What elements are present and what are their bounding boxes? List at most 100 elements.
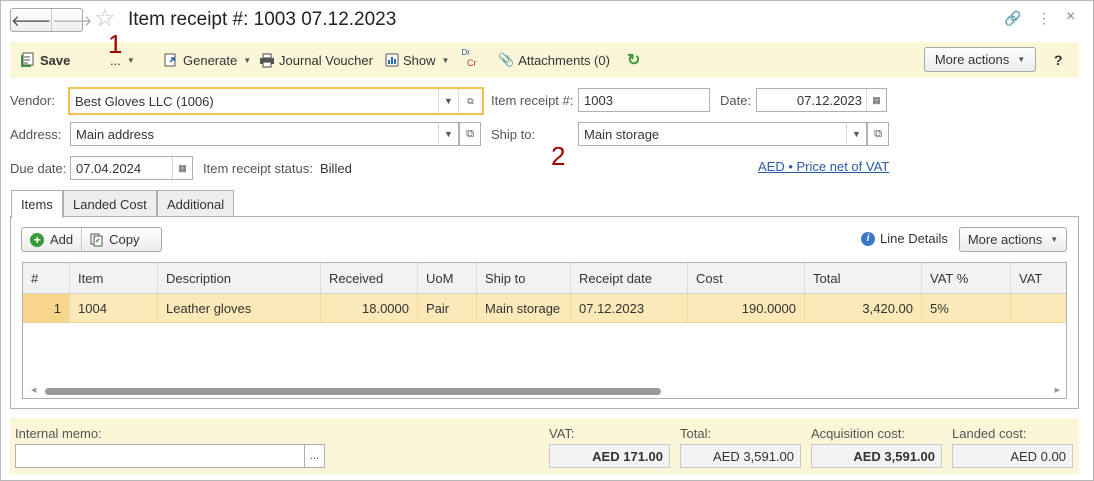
- line-details-button[interactable]: i Line Details: [861, 231, 948, 246]
- scroll-right-icon[interactable]: ▶: [1055, 386, 1060, 394]
- receipt-number-label: Item receipt #:: [491, 93, 574, 108]
- show-button[interactable]: Show ▼: [385, 50, 449, 70]
- column-header[interactable]: Description: [158, 263, 321, 293]
- column-header[interactable]: Receipt date: [571, 263, 688, 293]
- column-header[interactable]: VAT: [1011, 263, 1066, 293]
- items-more-actions-label: More actions: [967, 232, 1043, 247]
- horizontal-scrollbar[interactable]: ◀ ▶: [23, 384, 1066, 398]
- acquisition-cost-value: AED 3,591.00: [811, 444, 942, 468]
- ship-to-label: Ship to:: [491, 127, 536, 142]
- help-button[interactable]: ?: [1054, 52, 1063, 68]
- link-icon[interactable]: 🔗: [1004, 10, 1021, 27]
- column-header[interactable]: Ship to: [477, 263, 571, 293]
- tab-items[interactable]: Items: [11, 190, 63, 218]
- journal-voucher-label: Journal Voucher: [279, 52, 373, 68]
- address-field[interactable]: Main address ▼: [70, 122, 459, 146]
- total-cell[interactable]: 3,420.00: [805, 294, 922, 322]
- attachments-button[interactable]: 📎 Attachments (0): [498, 50, 610, 70]
- vat-rate-cell[interactable]: 5%: [922, 294, 1011, 322]
- paperclip-icon: 📎: [498, 52, 515, 67]
- due-date-value: 07.04.2024: [76, 160, 142, 176]
- save-label: Save: [40, 52, 71, 68]
- more-menu-icon[interactable]: ⋮: [1037, 10, 1051, 27]
- tab-additional[interactable]: Additional: [157, 190, 235, 217]
- report-icon: [385, 53, 399, 67]
- close-icon[interactable]: ×: [1066, 8, 1075, 26]
- landed-cost-label: Landed cost:: [952, 426, 1027, 441]
- ship-to-cell[interactable]: Main storage: [477, 294, 571, 322]
- acquisition-cost-label: Acquisition cost:: [811, 426, 905, 441]
- open-icon[interactable]: ⧉: [458, 89, 482, 113]
- more-actions-label: More actions: [934, 52, 1010, 67]
- row-number-cell[interactable]: 1: [23, 294, 70, 322]
- chevron-down-icon: ▼: [1017, 55, 1026, 64]
- description-cell[interactable]: Leather gloves: [158, 294, 321, 322]
- ship-to-field[interactable]: Main storage ▼: [578, 122, 867, 146]
- cost-cell[interactable]: 190.0000: [688, 294, 805, 322]
- ship-to-open-icon[interactable]: ⧉: [867, 122, 889, 146]
- forward-arrow-icon[interactable]: 🡒: [51, 9, 92, 31]
- credit-icon-label: Cr: [467, 58, 477, 68]
- vat-total-value: AED 171.00: [549, 444, 670, 468]
- column-header[interactable]: UoM: [418, 263, 477, 293]
- uom-cell[interactable]: Pair: [418, 294, 477, 322]
- command-bar: Save ... ▼ Generate ▼ Journal Voucher Sh…: [10, 42, 1079, 78]
- vat-cell[interactable]: [1011, 294, 1066, 322]
- column-header[interactable]: #: [23, 263, 70, 293]
- receipt-number-value: 1003: [584, 92, 613, 108]
- received-cell[interactable]: 18.0000: [321, 294, 418, 322]
- date-value: 07.12.2023: [796, 92, 862, 108]
- memo-expand-button[interactable]: ...: [304, 444, 325, 468]
- column-header[interactable]: Cost: [688, 263, 805, 293]
- chevron-down-icon[interactable]: ▼: [846, 123, 866, 145]
- memo-input[interactable]: [15, 444, 305, 468]
- date-label: Date:: [720, 93, 752, 108]
- scroll-thumb[interactable]: [45, 388, 661, 395]
- grand-total-value: AED 3,591.00: [680, 444, 801, 468]
- memo-label: Internal memo:: [15, 426, 102, 441]
- calendar-icon[interactable]: ▦: [866, 89, 886, 111]
- due-date-field[interactable]: 07.04.2024 ▦: [70, 156, 193, 180]
- attachments-label: Attachments (0): [518, 52, 610, 68]
- more-actions-button[interactable]: More actions ▼: [924, 47, 1036, 72]
- receipt-date-cell[interactable]: 07.12.2023: [571, 294, 688, 322]
- copy-button[interactable]: Copy: [81, 228, 147, 251]
- back-arrow-icon[interactable]: 🡐: [11, 9, 51, 31]
- item-cell[interactable]: 1004: [70, 294, 158, 322]
- refresh-icon[interactable]: ↻: [627, 50, 640, 70]
- scroll-left-icon[interactable]: ◀: [31, 386, 36, 394]
- column-header[interactable]: Received: [321, 263, 418, 293]
- calendar-icon[interactable]: ▦: [172, 157, 192, 179]
- chevron-down-icon: ▼: [441, 55, 450, 65]
- dr-cr-button[interactable]: Dr Cr: [461, 48, 477, 68]
- chevron-down-icon[interactable]: ▼: [438, 89, 458, 113]
- show-label: Show: [403, 52, 436, 68]
- save-button[interactable]: Save: [20, 50, 70, 70]
- add-label: Add: [50, 232, 74, 247]
- journal-voucher-button[interactable]: Journal Voucher: [259, 50, 373, 70]
- due-date-label: Due date:: [10, 161, 67, 176]
- grand-total-label: Total:: [680, 426, 712, 441]
- vendor-field[interactable]: Best Gloves LLC (1006) ▼ ⧉: [68, 87, 484, 115]
- column-header[interactable]: VAT %: [922, 263, 1011, 293]
- line-details-label: Line Details: [880, 231, 948, 246]
- column-header[interactable]: Total: [805, 263, 922, 293]
- items-table: # Item Description Received UoM Ship to …: [22, 262, 1067, 399]
- column-header[interactable]: Item: [70, 263, 158, 293]
- date-field[interactable]: 07.12.2023 ▦: [756, 88, 887, 112]
- generate-label: Generate: [183, 52, 238, 68]
- chevron-down-icon[interactable]: ▼: [438, 123, 458, 145]
- items-more-actions-button[interactable]: More actions ▼: [959, 227, 1067, 252]
- vat-total-label: VAT:: [549, 426, 575, 441]
- add-icon: +: [30, 232, 44, 247]
- price-settings-link[interactable]: AED • Price net of VAT: [758, 159, 889, 174]
- table-row[interactable]: 1 1004 Leather gloves 18.0000 Pair Main …: [23, 294, 1066, 323]
- status-label: Item receipt status:: [203, 161, 313, 176]
- generate-button[interactable]: Generate ▼: [164, 50, 251, 70]
- receipt-number-field[interactable]: 1003: [578, 88, 710, 112]
- ship-to-value: Main storage: [584, 126, 660, 142]
- tab-landed-cost[interactable]: Landed Cost: [63, 190, 157, 217]
- add-button[interactable]: + Add: [22, 228, 81, 251]
- address-open-icon[interactable]: ⧉: [459, 122, 481, 146]
- copy-icon: [90, 233, 103, 246]
